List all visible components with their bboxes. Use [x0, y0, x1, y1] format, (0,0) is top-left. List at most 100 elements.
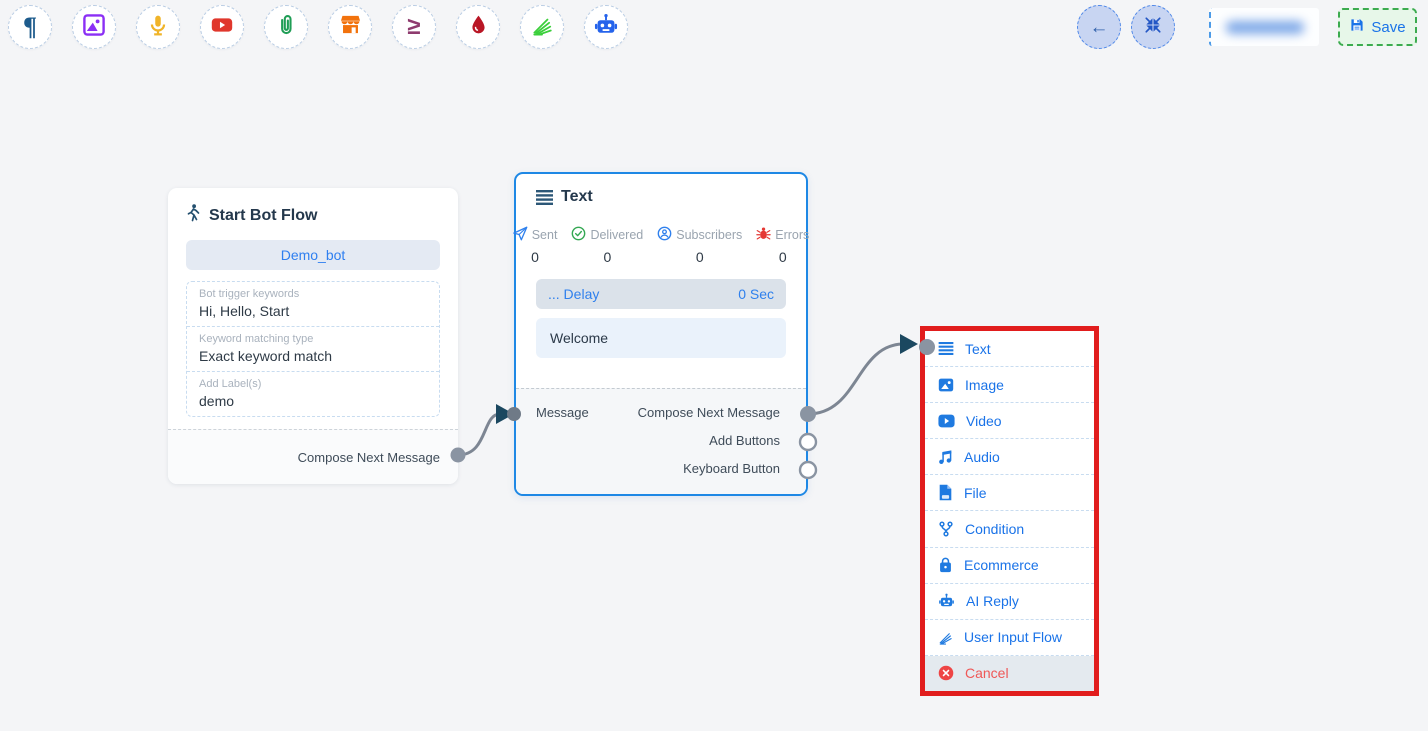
user-input-flow-icon — [938, 630, 953, 645]
menu-item-file[interactable]: File — [925, 475, 1094, 511]
fit-view-button[interactable] — [1131, 5, 1175, 49]
field-label: Bot trigger keywords — [199, 288, 427, 300]
back-button[interactable]: ← — [1077, 5, 1121, 49]
field-value: Exact keyword match — [199, 348, 427, 364]
field-label: Keyword matching type — [199, 333, 427, 345]
toolbar-video-button[interactable] — [200, 5, 244, 49]
image-icon — [82, 13, 106, 42]
add-node-context-menu: Text Image Video Audio File Condition Ec… — [920, 326, 1099, 696]
menu-item-image[interactable]: Image — [925, 367, 1094, 403]
menu-item-user-input-flow[interactable]: User Input Flow — [925, 620, 1094, 656]
menu-item-label: Audio — [964, 449, 1000, 465]
menu-item-label: Text — [965, 341, 991, 357]
ai-reply-robot-icon — [938, 593, 955, 609]
paper-plane-icon — [513, 226, 528, 244]
add-buttons-output-label: Add Buttons — [709, 433, 780, 448]
file-icon — [938, 484, 953, 501]
menu-item-audio[interactable]: Audio — [925, 439, 1094, 475]
text-node-title: Text — [561, 188, 593, 206]
menu-item-cancel[interactable]: Cancel — [925, 656, 1094, 691]
cancel-icon — [938, 665, 954, 681]
microphone-icon — [147, 14, 169, 41]
stat-value: 0 — [696, 249, 704, 265]
menu-item-label: User Input Flow — [964, 629, 1062, 645]
stat-sent: Sent 0 — [513, 226, 558, 265]
delay-label: ... Delay — [548, 286, 599, 302]
save-icon — [1349, 17, 1365, 37]
paperclip-icon — [275, 14, 297, 41]
stat-label: Subscribers — [676, 228, 742, 242]
toolbar-file-button[interactable] — [264, 5, 308, 49]
ecommerce-icon — [938, 557, 953, 573]
audio-icon — [938, 449, 953, 465]
field-bot-trigger-keywords[interactable]: Bot trigger keywords Hi, Hello, Start — [187, 282, 439, 327]
start-bot-flow-node[interactable]: Start Bot Flow Demo_bot Bot trigger keyw… — [168, 188, 458, 484]
paragraph-icon: ¶ — [23, 14, 37, 40]
save-button[interactable]: Save — [1338, 8, 1417, 46]
delay-value: 0 Sec — [738, 286, 774, 302]
menu-item-label: Cancel — [965, 665, 1009, 681]
edge-arrowhead — [900, 334, 918, 354]
menu-item-text[interactable]: Text — [925, 331, 1094, 367]
compose-output-label: Compose Next Message — [638, 405, 780, 420]
check-circle-icon — [571, 226, 586, 244]
edge-arrowhead — [496, 404, 514, 424]
walking-person-icon — [186, 204, 201, 227]
compose-next-message-output-label: Compose Next Message — [298, 450, 440, 465]
stat-delivered: Delivered 0 — [571, 226, 643, 265]
menu-item-ecommerce[interactable]: Ecommerce — [925, 548, 1094, 584]
menu-item-label: Condition — [965, 521, 1024, 537]
menu-item-label: Ecommerce — [964, 557, 1039, 573]
menu-item-label: File — [964, 485, 987, 501]
start-node-footer: Compose Next Message — [168, 429, 458, 484]
text-node-header[interactable]: Text — [516, 174, 806, 206]
blurred-label — [1226, 21, 1304, 34]
toolbar-condition-button[interactable]: ≥ — [392, 5, 436, 49]
toolbar-droplet-button[interactable] — [456, 5, 500, 49]
edge-text-to-menu — [808, 344, 902, 414]
save-label: Save — [1371, 19, 1405, 36]
user-input-icon — [531, 14, 553, 41]
toolbar-ai-button[interactable] — [584, 5, 628, 49]
field-keyword-matching-type[interactable]: Keyword matching type Exact keyword matc… — [187, 327, 439, 372]
subscriber-icon — [657, 226, 672, 244]
stat-value: 0 — [531, 249, 539, 265]
image-icon — [938, 377, 954, 393]
blurred-action-button[interactable] — [1209, 8, 1319, 46]
menu-item-video[interactable]: Video — [925, 403, 1094, 439]
toolbar-audio-button[interactable] — [136, 5, 180, 49]
toolbar-user-input-button[interactable] — [520, 5, 564, 49]
trigger-fields-box: Bot trigger keywords Hi, Hello, Start Ke… — [186, 281, 440, 417]
menu-item-label: Video — [966, 413, 1002, 429]
bot-name-button[interactable]: Demo_bot — [186, 240, 440, 270]
stat-label: Sent — [532, 228, 558, 242]
stat-label: Errors — [775, 228, 809, 242]
store-icon — [339, 13, 362, 41]
field-value: Hi, Hello, Start — [199, 303, 427, 319]
flow-canvas[interactable]: ¶ ≥ — [0, 0, 1428, 731]
text-message-node[interactable]: Text Sent 0 Delivered 0 Subscri — [514, 172, 808, 496]
stat-label: Delivered — [590, 228, 643, 242]
stats-row: Sent 0 Delivered 0 Subscribers 0 — [516, 226, 806, 265]
message-text-box[interactable]: Welcome — [536, 318, 786, 358]
toolbar-image-button[interactable] — [72, 5, 116, 49]
field-label: Add Label(s) — [199, 378, 427, 390]
stat-value: 0 — [603, 249, 611, 265]
toolbar-ecommerce-button[interactable] — [328, 5, 372, 49]
toolbar-text-button[interactable]: ¶ — [8, 5, 52, 49]
stat-value: 0 — [779, 249, 787, 265]
menu-item-label: AI Reply — [966, 593, 1019, 609]
text-lines-icon — [938, 342, 954, 355]
delay-setting[interactable]: ... Delay 0 Sec — [536, 279, 786, 309]
menu-item-label: Image — [965, 377, 1004, 393]
menu-item-ai-reply[interactable]: AI Reply — [925, 584, 1094, 620]
greater-equal-icon: ≥ — [407, 15, 420, 39]
youtube-icon — [210, 13, 234, 42]
stat-subscribers: Subscribers 0 — [657, 226, 742, 265]
message-input-label: Message — [536, 405, 589, 420]
bug-icon — [756, 226, 771, 244]
field-add-labels[interactable]: Add Label(s) demo — [187, 372, 439, 416]
menu-item-condition[interactable]: Condition — [925, 511, 1094, 547]
droplet-icon — [468, 14, 489, 40]
text-lines-icon — [536, 190, 553, 205]
